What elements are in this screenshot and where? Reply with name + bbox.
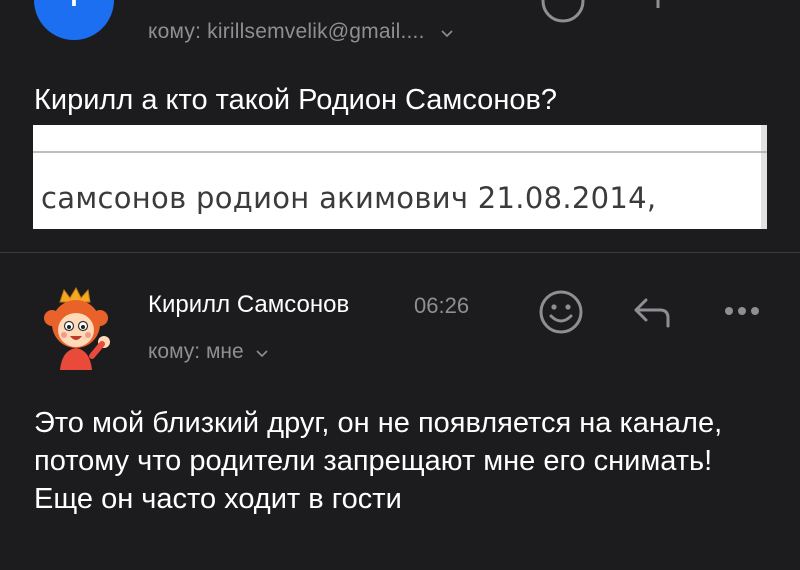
more-options-button[interactable] [720, 296, 764, 326]
reply-arrow-icon [634, 298, 670, 328]
message-body-top: Кирилл а кто такой Родион Самсонов? [34, 84, 557, 116]
emoji-reaction-button[interactable] [538, 289, 584, 335]
reply-button[interactable] [630, 292, 676, 332]
recipient-text: кому: kirillsemvelik@gmail.... [148, 20, 425, 43]
sender-avatar[interactable] [34, 284, 120, 370]
image-edge [761, 125, 767, 229]
sender-name: Кирилл Самсонов [148, 291, 350, 318]
chevron-down-icon [435, 20, 453, 43]
reply-arrow-icon[interactable] [636, 0, 682, 18]
message-divider [0, 252, 800, 253]
top-message-actions [540, 0, 682, 24]
image-divider-line [33, 151, 767, 153]
chevron-down-icon [252, 345, 268, 362]
attachment-image-text: самсонов родион акимович 21.08.2014, [41, 181, 657, 215]
recipient-line[interactable]: кому: мне [148, 340, 268, 364]
recipient-text: кому: мне [148, 340, 244, 363]
more-dots-icon [725, 307, 759, 315]
smiley-icon [539, 290, 583, 334]
sender-avatar-top[interactable]: T [34, 0, 114, 40]
cartoon-girl-avatar-icon [44, 286, 110, 370]
message-body: Это мой близкий друг, он не появляется н… [34, 407, 723, 515]
message-time: 06:26 [414, 293, 470, 318]
attachment-image[interactable]: самсонов родион акимович 21.08.2014, [33, 125, 767, 229]
recipient-line-top[interactable]: кому: kirillsemvelik@gmail.... [148, 20, 453, 44]
smiley-icon[interactable] [540, 0, 586, 24]
avatar-letter: T [62, 0, 86, 16]
